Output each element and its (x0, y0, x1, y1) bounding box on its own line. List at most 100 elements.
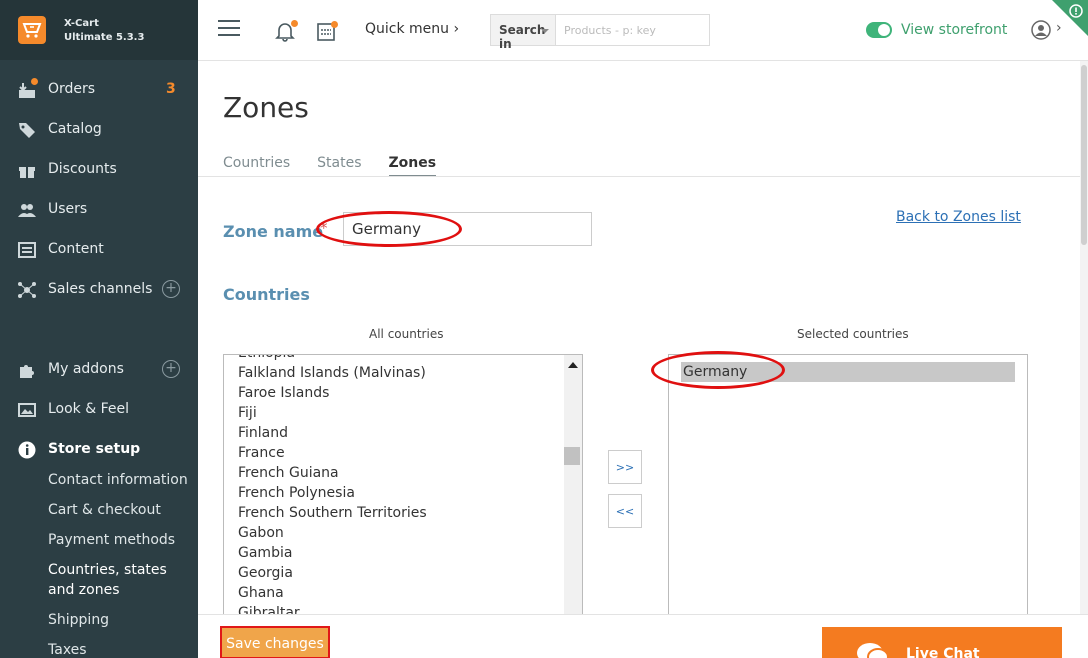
scroll-thumb[interactable] (564, 447, 580, 465)
sidebar-item-label: My addons (48, 361, 124, 377)
sidebar-subitem-payment-methods[interactable]: Payment methods (48, 530, 175, 550)
selected-country-item[interactable]: Germany (681, 362, 1015, 382)
search-in-dropdown[interactable]: Search in (491, 15, 556, 51)
sidebar-subitem-label-line1: Countries, states (48, 562, 167, 578)
sidebar-item-catalog[interactable]: Catalog (0, 115, 198, 145)
selected-countries-label: Selected countries (797, 327, 909, 341)
tag-icon (19, 123, 35, 138)
alert-corner-icon[interactable] (1052, 0, 1088, 36)
caret-down-icon (541, 29, 549, 33)
zone-name-label: Zone name (223, 222, 324, 241)
top-bar: Quick menu › Search in View storefront › (198, 0, 1088, 61)
chat-bubble-icon (857, 643, 889, 658)
view-storefront-link[interactable]: View storefront (901, 22, 1007, 38)
all-countries-label: All countries (369, 327, 444, 341)
tabs-divider (198, 176, 1088, 177)
notification-dot (291, 20, 298, 27)
sidebar-item-label: Users (48, 201, 88, 217)
sidebar-item-store-setup[interactable]: Store setup (0, 435, 198, 465)
selected-countries-list[interactable]: Germany (668, 354, 1028, 624)
country-option[interactable]: Gambia (224, 543, 427, 563)
sidebar-subitem-countries-states-zones[interactable]: Countries, states and zones (48, 560, 167, 600)
hamburger-menu-icon[interactable] (218, 20, 240, 38)
country-option[interactable]: Finland (224, 423, 427, 443)
footer-bar: Save changes Live Chat (198, 614, 1088, 658)
search-in-label: Search in (499, 23, 546, 51)
sidebar-item-sales-channels[interactable]: Sales channels + (0, 275, 198, 305)
tab-countries[interactable]: Countries (223, 155, 290, 177)
add-addon-plus-icon[interactable]: + (162, 360, 180, 378)
country-option[interactable]: French Polynesia (224, 483, 427, 503)
brand-name: X-Cart (64, 18, 99, 29)
sidebar-subitem-label-line2: and zones (48, 582, 120, 598)
country-option[interactable]: Ghana (224, 583, 427, 603)
add-sales-channel-plus-icon[interactable]: + (162, 280, 180, 298)
sidebar-item-look-feel[interactable]: Look & Feel (0, 395, 198, 425)
sidebar-item-orders[interactable]: Orders 3 (0, 75, 198, 105)
zone-name-input[interactable] (343, 212, 592, 246)
search-box: Search in (490, 14, 710, 51)
info-icon (18, 441, 36, 459)
sidebar-item-content[interactable]: Content (0, 235, 198, 265)
user-avatar-icon[interactable] (1031, 20, 1051, 40)
content-icon (18, 242, 36, 258)
all-countries-list[interactable]: EthiopiaFalkland Islands (Malvinas)Faroe… (223, 354, 583, 624)
tab-zones[interactable]: Zones (388, 155, 437, 177)
quick-menu-button[interactable]: Quick menu › (365, 21, 459, 37)
brand-text: X-Cart Ultimate 5.3.3 (64, 17, 144, 45)
chevron-right-icon: › (453, 21, 460, 37)
tabs: Countries States Zones (223, 155, 437, 177)
sidebar-item-label: Catalog (48, 121, 102, 137)
sidebar-subitem-taxes[interactable]: Taxes (48, 640, 87, 658)
country-option[interactable]: Fiji (224, 403, 427, 423)
page-title: Zones (223, 91, 309, 124)
sidebar: X-Cart Ultimate 5.3.3 Orders 3 Catalog D… (0, 0, 198, 658)
xcart-logo-icon[interactable] (18, 16, 46, 44)
search-input[interactable] (556, 15, 709, 45)
back-to-zones-link[interactable]: Back to Zones list (896, 209, 1021, 225)
main-content: Zones Countries States Zones Zone name *… (198, 61, 1088, 658)
tab-states[interactable]: States (317, 155, 361, 177)
sidebar-item-my-addons[interactable]: My addons + (0, 355, 198, 385)
image-icon (18, 403, 36, 417)
scroll-up-arrow-icon[interactable] (568, 362, 578, 368)
country-option[interactable]: Faroe Islands (224, 383, 427, 403)
country-option[interactable]: Gabon (224, 523, 427, 543)
sidebar-item-label: Discounts (48, 161, 117, 177)
country-option[interactable]: Georgia (224, 563, 427, 583)
scrollbar[interactable] (564, 355, 582, 623)
sidebar-item-label: Store setup (48, 441, 141, 457)
live-chat-label: Live Chat (906, 646, 980, 658)
notification-dot (331, 21, 338, 28)
save-changes-button[interactable]: Save changes (220, 626, 330, 658)
countries-heading: Countries (223, 285, 310, 304)
sidebar-item-label: Look & Feel (48, 401, 130, 417)
puzzle-icon (20, 365, 34, 378)
storefront-toggle[interactable] (866, 22, 892, 38)
orders-notification-dot (31, 78, 38, 85)
country-option[interactable]: Ethiopia (224, 355, 427, 363)
country-option[interactable]: Falkland Islands (Malvinas) (224, 363, 427, 383)
users-icon (18, 204, 36, 217)
brand-header: X-Cart Ultimate 5.3.3 (0, 0, 198, 60)
share-icon (18, 282, 36, 298)
required-mark: * (320, 219, 328, 237)
sidebar-subitem-contact-information[interactable]: Contact information (48, 470, 188, 490)
gift-icon (19, 167, 35, 178)
sidebar-subitem-shipping[interactable]: Shipping (48, 610, 109, 630)
sidebar-item-users[interactable]: Users (0, 195, 198, 225)
remove-country-button[interactable]: << (608, 494, 642, 528)
all-countries-items: EthiopiaFalkland Islands (Malvinas)Faroe… (224, 355, 427, 623)
sidebar-subitem-cart-checkout[interactable]: Cart & checkout (48, 500, 161, 520)
page-scrollbar[interactable] (1080, 61, 1088, 658)
orders-count-badge: 3 (166, 81, 176, 97)
sidebar-item-discounts[interactable]: Discounts (0, 155, 198, 185)
quick-menu-label: Quick menu (365, 21, 450, 37)
country-option[interactable]: French Guiana (224, 463, 427, 483)
live-chat-button[interactable]: Live Chat (822, 627, 1062, 658)
brand-edition: Ultimate 5.3.3 (64, 32, 145, 43)
page-scroll-thumb[interactable] (1081, 65, 1087, 245)
country-option[interactable]: France (224, 443, 427, 463)
country-option[interactable]: French Southern Territories (224, 503, 427, 523)
add-country-button[interactable]: >> (608, 450, 642, 484)
